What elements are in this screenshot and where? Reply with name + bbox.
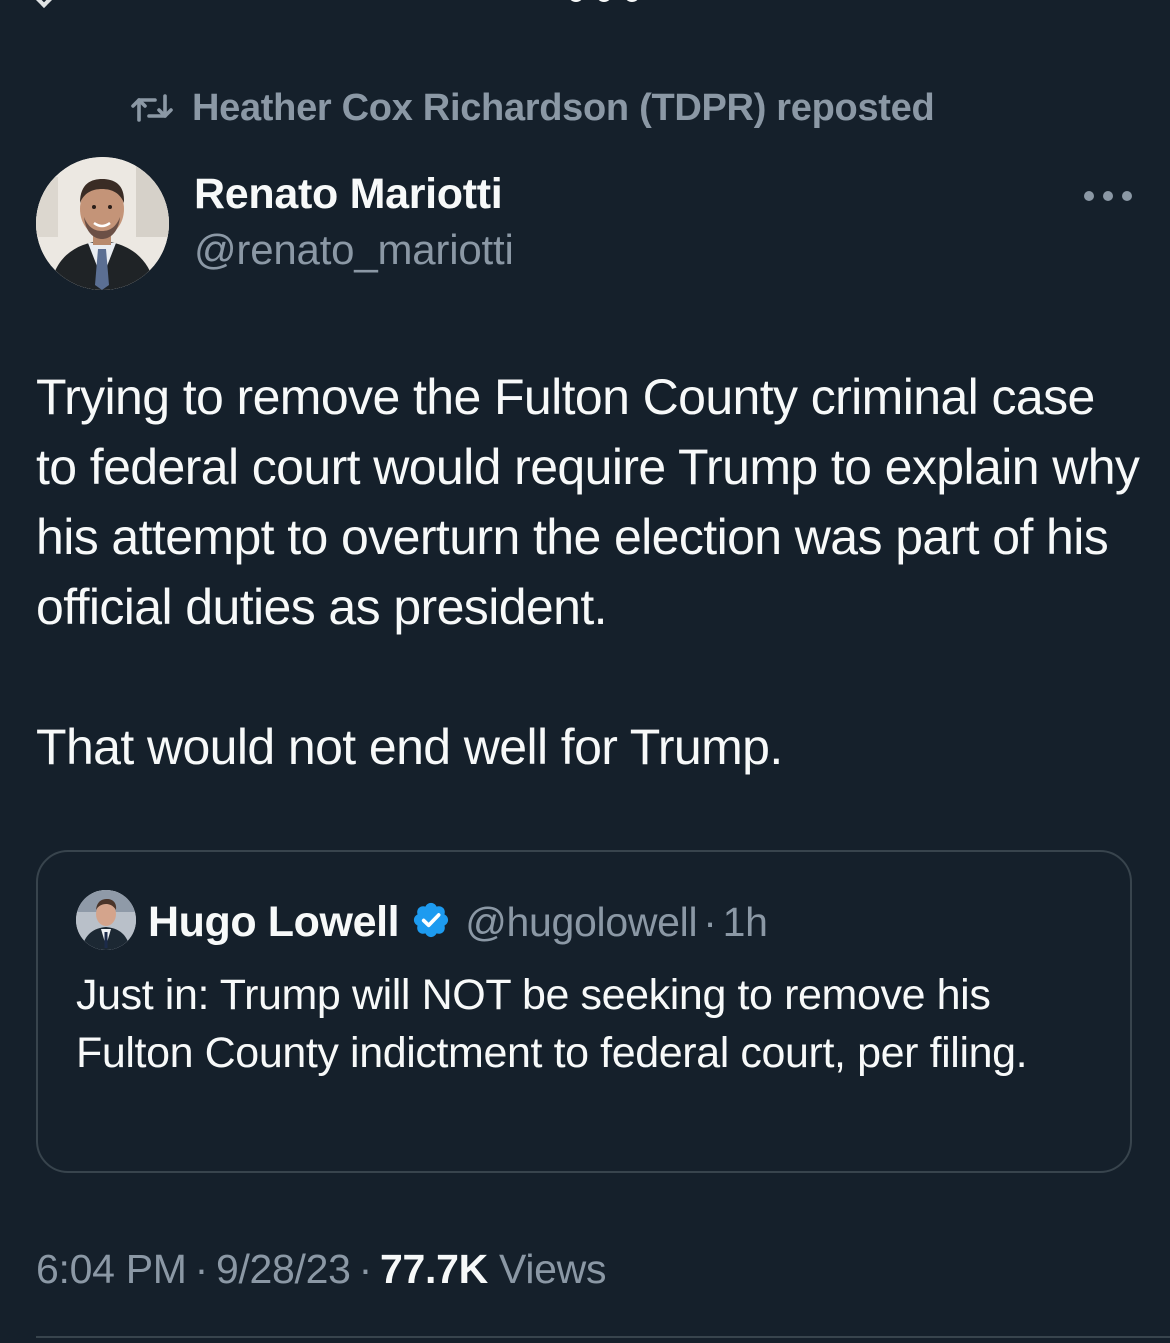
divider <box>36 1336 1170 1338</box>
meta-separator: · <box>358 1246 373 1292</box>
quoted-tweet-card[interactable]: Hugo Lowell @hugolowell · 1h Just in: Tr… <box>36 850 1132 1173</box>
author-name[interactable]: Renato Mariotti <box>194 170 503 219</box>
views-count[interactable]: 77.7K <box>380 1246 488 1292</box>
views-label[interactable]: Views <box>499 1246 606 1292</box>
repost-context[interactable]: Heather Cox Richardson (TDPR) reposted <box>130 86 935 130</box>
tweet-body: Trying to remove the Fulton County crimi… <box>36 362 1146 782</box>
quoted-tweet-text: Just in: Trump will NOT be seeking to re… <box>76 971 1028 1077</box>
quoted-author-avatar[interactable] <box>76 890 136 950</box>
repost-label: Heather Cox Richardson (TDPR) reposted <box>192 86 935 129</box>
top-nav-more-icon[interactable] <box>568 0 640 2</box>
author-handle[interactable]: @renato_mariotti <box>194 226 514 274</box>
tweet-date[interactable]: 9/28/23 <box>216 1246 351 1292</box>
repost-icon <box>130 91 174 125</box>
quoted-author-name[interactable]: Hugo Lowell <box>148 898 400 947</box>
more-options-icon[interactable] <box>1084 182 1132 210</box>
tweet-metadata: 6:04 PM · 9/28/23 · 77.7K Views <box>36 1246 606 1293</box>
quoted-tweet-header: Hugo Lowell @hugolowell · 1h <box>148 894 768 950</box>
tweet-paragraph: Trying to remove the Fulton County crimi… <box>36 369 1140 635</box>
tweet-paragraph: That would not end well for Trump. <box>36 719 783 775</box>
meta-separator: · <box>194 1246 209 1292</box>
verified-badge-icon <box>411 900 451 945</box>
top-nav-bar-fragment <box>0 0 1170 8</box>
back-arrow-icon[interactable] <box>28 0 63 8</box>
tweet-time[interactable]: 6:04 PM <box>36 1246 187 1292</box>
author-avatar[interactable] <box>36 157 169 290</box>
quoted-header-separator: · <box>703 898 717 945</box>
quoted-author-handle[interactable]: @hugolowell <box>465 899 697 946</box>
quoted-tweet-time[interactable]: 1h <box>723 899 768 946</box>
